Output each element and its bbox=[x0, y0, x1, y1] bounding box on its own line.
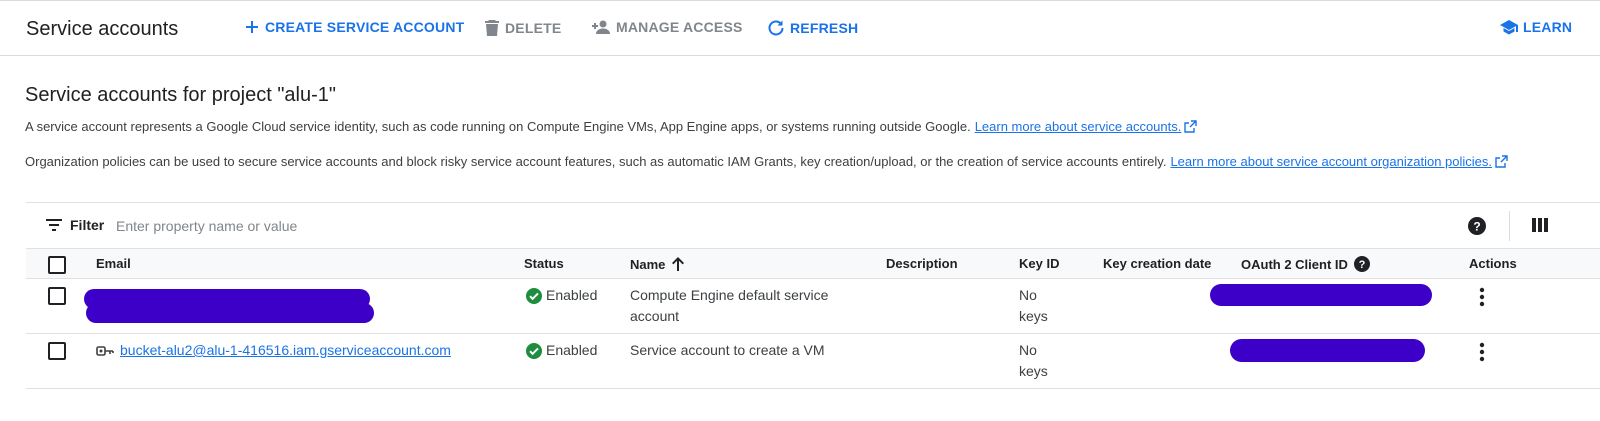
column-key-id[interactable]: Key ID bbox=[1019, 256, 1059, 271]
filter-input[interactable] bbox=[116, 215, 1416, 237]
column-oauth-client-id[interactable]: OAuth 2 Client ID ? bbox=[1241, 256, 1370, 272]
person-add-icon bbox=[592, 20, 610, 34]
refresh-button[interactable]: REFRESH bbox=[767, 19, 858, 37]
key-id-cell: No keys bbox=[1019, 287, 1048, 324]
more-vert-icon[interactable] bbox=[1472, 286, 1492, 308]
plus-icon bbox=[246, 21, 258, 33]
row-checkbox[interactable] bbox=[48, 342, 66, 360]
redacted-oauth-client-id bbox=[1210, 284, 1432, 306]
section-heading: Service accounts for project "alu-1" bbox=[25, 84, 337, 106]
description-org-policies: Organization policies can be used to sec… bbox=[25, 154, 1508, 169]
row-checkbox[interactable] bbox=[48, 287, 66, 305]
check-circle-icon bbox=[526, 342, 542, 359]
table-row[interactable]: bucket-alu2@alu-1-416516.iam.gserviceacc… bbox=[26, 334, 1600, 389]
email-cell: bucket-alu2@alu-1-416516.iam.gserviceacc… bbox=[96, 340, 451, 361]
learn-button[interactable]: LEARN bbox=[1500, 19, 1572, 35]
status-cell: Enabled bbox=[526, 285, 597, 306]
toolbar: Service accounts CREATE SERVICE ACCOUNT … bbox=[0, 0, 1600, 56]
external-link-icon bbox=[1495, 155, 1508, 168]
redacted-email bbox=[86, 303, 374, 323]
delete-button[interactable]: DELETE bbox=[484, 19, 561, 37]
description-service-accounts: A service account represents a Google Cl… bbox=[25, 119, 1198, 134]
trash-icon bbox=[485, 20, 499, 36]
service-account-email-link[interactable]: bucket-alu2@alu-1-416516.iam.gserviceacc… bbox=[120, 340, 451, 361]
filter-icon bbox=[46, 219, 62, 231]
help-icon[interactable]: ? bbox=[1353, 256, 1370, 272]
filter-button[interactable]: Filter bbox=[46, 217, 104, 233]
help-icon[interactable]: ? bbox=[1468, 217, 1486, 235]
learn-more-org-policies-link[interactable]: Learn more about service account organiz… bbox=[1170, 154, 1492, 169]
manage-access-button[interactable]: MANAGE ACCESS bbox=[591, 19, 743, 35]
svg-text:?: ? bbox=[1473, 220, 1480, 234]
redacted-oauth-client-id bbox=[1230, 339, 1425, 362]
school-icon bbox=[1500, 20, 1518, 35]
key-icon bbox=[96, 345, 114, 356]
create-service-account-button[interactable]: CREATE SERVICE ACCOUNT bbox=[244, 19, 464, 35]
learn-more-service-accounts-link[interactable]: Learn more about service accounts. bbox=[975, 119, 1182, 134]
divider bbox=[1509, 211, 1510, 241]
key-id-cell: No keys bbox=[1019, 342, 1048, 379]
check-circle-icon bbox=[526, 287, 542, 304]
column-name[interactable]: Name bbox=[630, 256, 685, 272]
column-actions: Actions bbox=[1469, 256, 1517, 271]
column-status[interactable]: Status bbox=[524, 256, 564, 271]
sort-up-icon bbox=[672, 257, 685, 271]
filter-bar: Filter ? bbox=[26, 202, 1600, 248]
page-title: Service accounts bbox=[26, 18, 179, 40]
table-row[interactable]: Enabled Compute Engine default service a… bbox=[26, 279, 1600, 334]
columns-icon[interactable] bbox=[1532, 218, 1548, 232]
refresh-icon bbox=[768, 20, 784, 36]
name-cell: Service account to create a VM bbox=[630, 342, 825, 358]
external-link-icon bbox=[1184, 120, 1198, 133]
more-vert-icon[interactable] bbox=[1472, 341, 1492, 363]
name-cell: Compute Engine default service account bbox=[630, 287, 829, 324]
select-all-checkbox[interactable] bbox=[48, 256, 66, 274]
table-header: Email Status Name Description Key ID Key… bbox=[26, 248, 1600, 279]
column-description[interactable]: Description bbox=[886, 256, 958, 271]
column-email[interactable]: Email bbox=[96, 256, 131, 271]
column-key-creation-date[interactable]: Key creation date bbox=[1103, 256, 1211, 271]
svg-text:?: ? bbox=[1359, 259, 1366, 271]
status-cell: Enabled bbox=[526, 340, 597, 361]
